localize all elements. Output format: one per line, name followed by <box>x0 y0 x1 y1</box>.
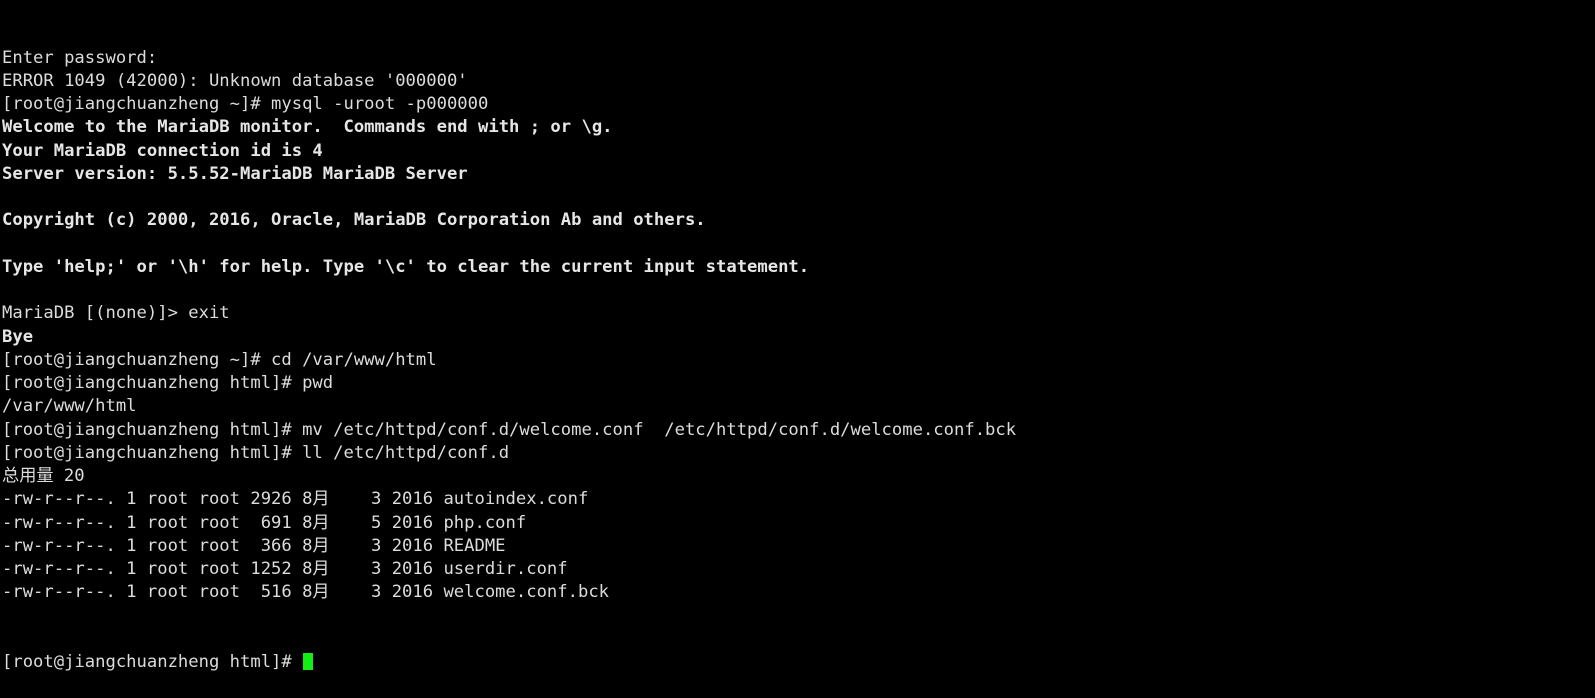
terminal-line: Bye <box>2 326 34 347</box>
terminal-line: -rw-r--r--. 1 root root 366 8月 3 2016 RE… <box>2 535 506 556</box>
terminal-line: -rw-r--r--. 1 root root 2926 8月 3 2016 a… <box>2 489 589 510</box>
terminal-line: -rw-r--r--. 1 root root 516 8月 3 2016 we… <box>2 582 610 603</box>
terminal-line: -rw-r--r--. 1 root root 691 8月 5 2016 ph… <box>2 512 527 533</box>
terminal-line: Your MariaDB connection id is 4 <box>2 140 323 161</box>
terminal-line: /var/www/html <box>2 396 137 417</box>
terminal-line: Type 'help;' or '\h' for help. Type '\c'… <box>2 256 810 277</box>
terminal-prompt-line: [root@jiangchuanzheng html]# <box>2 651 1595 674</box>
terminal-screen[interactable]: Enter password: ERROR 1049 (42000): Unkno… <box>0 0 1595 672</box>
terminal-line: Copyright (c) 2000, 2016, Oracle, MariaD… <box>2 210 706 231</box>
terminal-line: [root@jiangchuanzheng ~]# mysql -uroot -… <box>2 94 489 114</box>
terminal-line: [root@jiangchuanzheng ~]# cd /var/www/ht… <box>2 349 437 370</box>
terminal-line: ERROR 1049 (42000): Unknown database '00… <box>2 70 468 91</box>
terminal-line: 总用量 20 <box>2 466 85 486</box>
terminal-line: MariaDB [(none)]> exit <box>2 303 230 324</box>
prompt-text: [root@jiangchuanzheng html]# <box>2 652 303 672</box>
terminal-output: Enter password: ERROR 1049 (42000): Unkno… <box>2 47 1595 605</box>
terminal-line: [root@jiangchuanzheng html]# ll /etc/htt… <box>2 442 510 463</box>
terminal-cursor <box>303 653 314 670</box>
terminal-line: Server version: 5.5.52-MariaDB MariaDB S… <box>2 163 468 184</box>
terminal-line: -rw-r--r--. 1 root root 1252 8月 3 2016 u… <box>2 559 568 579</box>
terminal-line: Welcome to the MariaDB monitor. Commands… <box>2 117 613 138</box>
terminal-line: [root@jiangchuanzheng html]# mv /etc/htt… <box>2 419 1017 440</box>
terminal-line: Enter password: <box>2 47 158 68</box>
terminal-line: [root@jiangchuanzheng html]# pwd <box>2 373 334 393</box>
